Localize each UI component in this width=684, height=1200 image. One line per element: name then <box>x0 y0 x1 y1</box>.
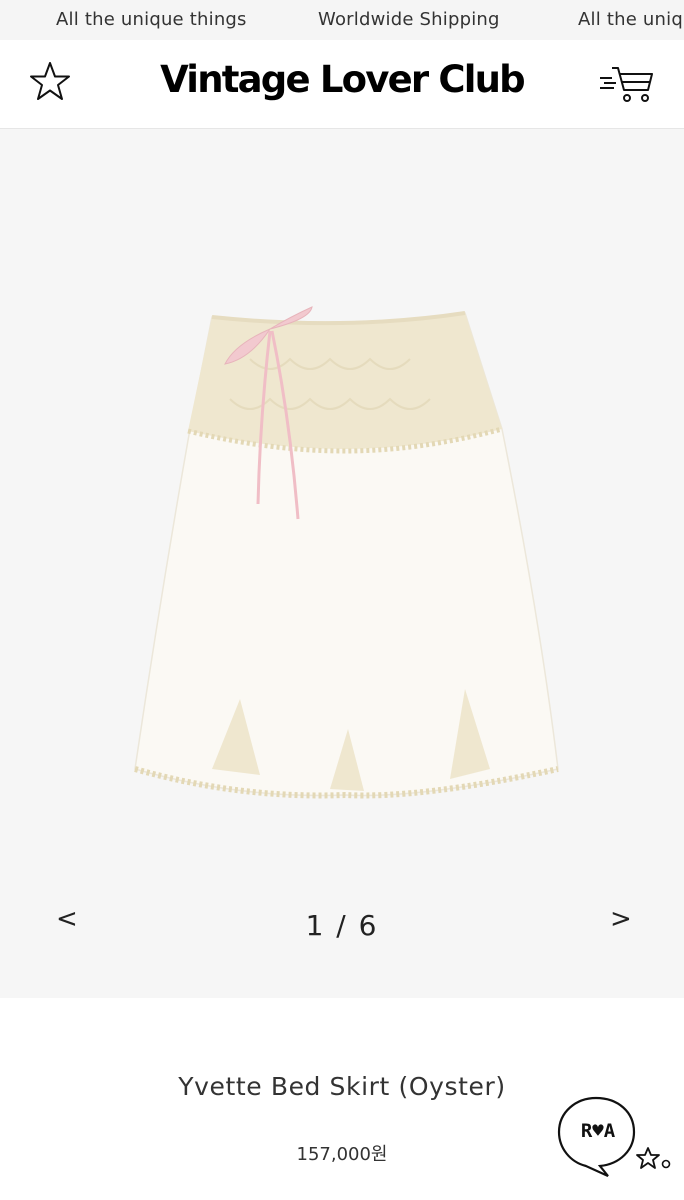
next-image-button[interactable]: > <box>610 904 632 934</box>
product-image <box>134 306 559 799</box>
site-logo[interactable]: Vintage Lover Club <box>0 58 684 101</box>
announcement-bar: All the unique things Worldwide Shipping… <box>0 0 684 40</box>
announcement-text: All the uniqu <box>578 9 684 30</box>
announcement-text: Worldwide Shipping <box>318 9 500 30</box>
site-header: Vintage Lover Club <box>0 40 684 129</box>
announcement-text: All the unique things <box>56 9 247 30</box>
cart-button[interactable] <box>596 62 656 106</box>
chat-badge-label: R♥A <box>580 1120 616 1142</box>
chat-badge-button[interactable]: R♥A <box>556 1094 680 1178</box>
image-counter: 1 / 6 <box>305 909 379 942</box>
product-gallery[interactable]: < 1 / 6 > <box>0 129 684 998</box>
cart-icon <box>600 67 653 102</box>
